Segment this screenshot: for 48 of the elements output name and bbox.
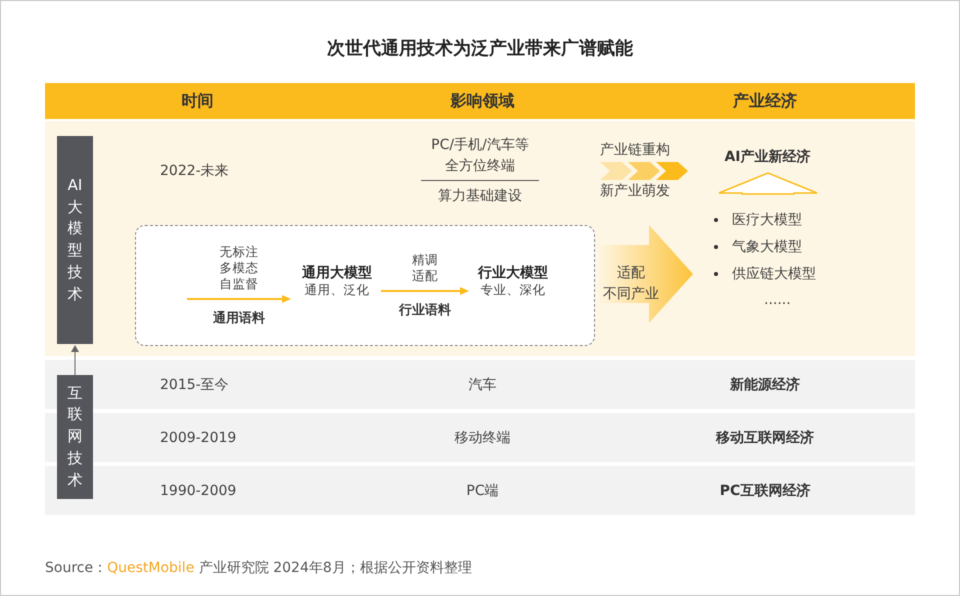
bullet-icon [714,245,718,249]
field-text: 移动终端 [454,428,510,446]
ellipsis-text: ...... [764,292,791,308]
economy-text: PC互联网经济 [720,482,810,500]
model-subtitle: 通用、泛化 [304,282,370,298]
field-text: PC/手机/汽车等 [431,136,529,155]
up-arrow-icon [71,345,79,375]
column-header: 产业经济 [733,90,797,112]
model-item: 医疗大模型 [732,211,802,229]
field-text: 汽车 [468,376,496,394]
step-label: 精调 [412,252,438,268]
step-label: 无标注 [220,244,258,260]
model-item: 供应链大模型 [732,265,816,283]
period-text: 2022-未来 [160,162,229,180]
era-label: AI大模型技术 [57,136,93,344]
field-text: PC端 [466,482,499,500]
arrow-icon [381,287,469,295]
adapt-text: 适配 [617,264,645,283]
column-header: 影响领域 [450,90,514,112]
model-item: 气象大模型 [732,238,802,256]
infrastructure-text: 算力基础建设 [438,187,522,206]
big-arrow-icon [597,225,695,323]
economy-text: AI产业新经济 [724,148,811,166]
corpus-label: 通用语料 [213,310,265,327]
bullet-icon [714,218,718,222]
corpus-label: 行业语料 [399,302,451,319]
period-text: 2015-至今 [160,376,229,394]
economy-text: 新能源经济 [730,376,800,394]
step-label: 适配 [412,268,438,284]
bullet-icon [714,272,718,276]
hollow-up-arrow-icon [718,172,818,194]
chain-label: 新产业萌发 [600,182,670,201]
era-label: 互联网技术 [57,375,93,499]
column-header: 时间 [182,90,214,112]
arrow-icon [187,295,291,303]
source-note: Source：QuestMobile 产业研究院 2024年8月；根据公开资料整理 [45,559,473,577]
chart-title: 次世代通用技术为泛产业带来广谱赋能 [327,37,633,61]
adapt-text: 不同产业 [603,285,659,304]
economy-text: 移动互联网经济 [716,428,814,446]
field-text: 全方位终端 [445,157,515,176]
chain-label: 产业链重构 [600,141,670,160]
period-text: 2009-2019 [160,430,236,446]
step-label: 多模态 [220,260,258,276]
step-label: 自监督 [220,276,258,292]
model-subtitle: 专业、深化 [480,282,546,298]
period-text: 1990-2009 [160,482,236,498]
model-title: 行业大模型 [478,264,548,282]
model-title: 通用大模型 [302,264,372,282]
